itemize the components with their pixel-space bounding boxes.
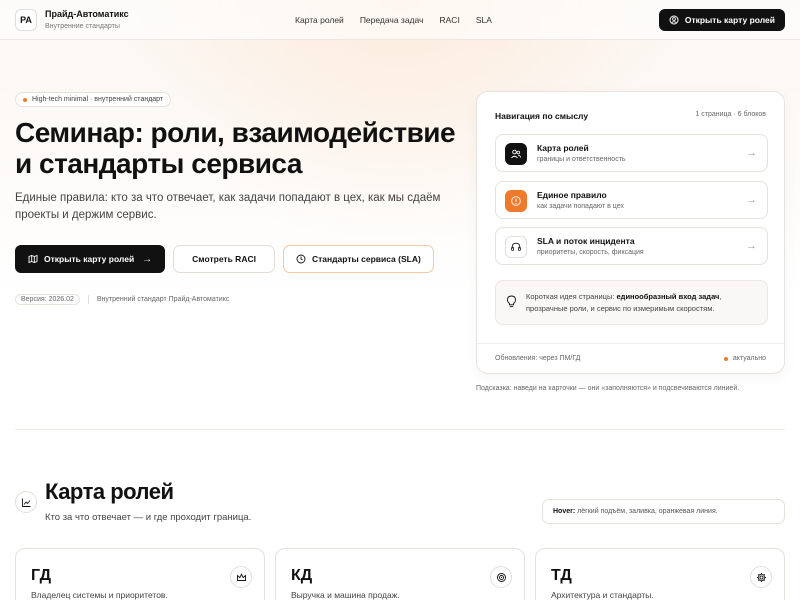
meta-divider	[87, 295, 89, 304]
standard-label: Внутренний стандарт Прайд-Автоматикс	[96, 296, 230, 303]
nav-card-roles[interactable]: Карта ролей границы и ответственность →	[495, 134, 768, 172]
sla-standards-button[interactable]: Стандарты сервиса (SLA)	[282, 245, 434, 273]
nav-link-handoff[interactable]: Передача задач	[360, 15, 424, 25]
page-title: Семинар: роли, взаимодействие и стандарт…	[15, 117, 456, 179]
nav-card-title: Единое правило	[537, 190, 607, 200]
nav-link-roles[interactable]: Карта ролей	[295, 15, 344, 25]
arrow-right-icon: →	[746, 194, 757, 206]
hover-note-label: Hover:	[553, 508, 576, 515]
lightbulb-icon	[506, 295, 517, 313]
view-raci-label: Смотреть RACI	[192, 254, 256, 264]
hero-actions: Открыть карту ролей → Смотреть RACI Стан…	[15, 245, 434, 273]
navigation-panel: Навигация по смыслу 1 страница · 6 блоко…	[476, 91, 785, 374]
map-icon	[28, 254, 38, 264]
alert-icon	[505, 190, 527, 212]
chart-icon	[15, 491, 37, 513]
open-roles-button[interactable]: Открыть карту ролей	[658, 9, 785, 31]
role-title: КД	[291, 567, 313, 584]
clock-icon	[296, 254, 306, 264]
role-card-gd[interactable]: ГД Владелец системы и приоритетов.	[15, 548, 265, 600]
arrow-right-icon: →	[142, 253, 153, 265]
hero-subtitle: Единые правила: кто за что отвечает, как…	[15, 192, 441, 221]
hero-meta: Версия: 2026.02 Внутренний стандарт Прай…	[15, 294, 229, 305]
panel-count: 1 страница · 6 блоков	[695, 111, 766, 118]
nav-card-sla[interactable]: SLA и поток инцидента приоритеты, скорос…	[495, 227, 768, 265]
open-roles-label: Открыть карту ролей	[684, 15, 775, 25]
nav-link-raci[interactable]: RACI	[440, 15, 460, 25]
target-icon	[490, 566, 512, 588]
updates-label: Обновления: через ПМ/ГД	[495, 355, 581, 362]
panel-title: Навигация по смыслу	[495, 111, 589, 121]
section-divider	[15, 429, 785, 430]
brand-name: Прайд-Автоматикс	[45, 8, 129, 19]
nav-card-subtitle: границы и ответственность	[537, 156, 626, 163]
nav-card-rule[interactable]: Единое правило как задачи попадают в цех…	[495, 181, 768, 219]
status-indicator: актуально	[723, 355, 766, 362]
headset-icon	[505, 236, 527, 258]
role-subtitle: Архитектура и стандарты.	[551, 590, 654, 600]
nav-card-subtitle: приоритеты, скорость, фиксация	[537, 249, 644, 256]
hover-note-text: лёгкий подъём, заливка, оранжевая линия.	[577, 508, 718, 515]
role-subtitle: Владелец системы и приоритетов.	[31, 590, 168, 600]
hero-open-roles-button[interactable]: Открыть карту ролей →	[15, 245, 166, 273]
logo: PA	[15, 8, 37, 31]
nav-card-subtitle: как задачи попадают в цех	[537, 203, 624, 210]
version-badge: Версия: 2026.02	[15, 294, 80, 305]
role-subtitle: Выручка и машина продаж.	[291, 590, 400, 600]
panel-footer: Обновления: через ПМ/ГД актуально	[477, 343, 784, 374]
crown-icon	[230, 566, 252, 588]
brand[interactable]: PA Прайд-Автоматикс Внутренние стандарты	[15, 8, 129, 31]
top-nav: Карта ролей Передача задач RACI SLA	[295, 0, 492, 40]
hero-open-roles-label: Открыть карту ролей	[44, 254, 135, 264]
accent-dot	[23, 97, 27, 102]
role-card-kd[interactable]: КД Выручка и машина продаж.	[275, 548, 525, 600]
idea-text: Короткая идея страницы: единообразный вх…	[526, 292, 722, 313]
nav-card-title: Карта ролей	[537, 143, 589, 153]
gear-icon	[750, 566, 772, 588]
hint-text: Подсказка: наведи на карточки — они «зап…	[476, 385, 740, 392]
hero-pill-text: High-tech minimal · внутренний стандарт	[32, 96, 164, 103]
role-title: ТД	[551, 567, 572, 584]
arrow-right-icon: →	[746, 147, 757, 159]
role-card-td[interactable]: ТД Архитектура и стандарты.	[535, 548, 785, 600]
role-title: ГД	[31, 567, 52, 584]
section-title: Карта ролей	[45, 479, 174, 504]
top-header: PA Прайд-Автоматикс Внутренние стандарты…	[0, 0, 800, 40]
section-subtitle: Кто за что отвечает — и где проходит гра…	[45, 512, 252, 523]
arrow-right-icon: →	[746, 240, 757, 252]
brand-subtitle: Внутренние стандарты	[45, 22, 120, 30]
idea-box: Короткая идея страницы: единообразный вх…	[495, 280, 768, 325]
nav-card-title: SLA и поток инцидента	[537, 236, 635, 246]
hover-note: Hover: лёгкий подъём, заливка, оранжевая…	[542, 499, 785, 524]
nav-link-sla[interactable]: SLA	[476, 15, 492, 25]
users-icon	[505, 143, 527, 165]
view-raci-button[interactable]: Смотреть RACI	[173, 245, 275, 273]
status-dot	[723, 356, 728, 361]
sla-standards-label: Стандарты сервиса (SLA)	[311, 254, 421, 264]
user-circle-icon	[669, 15, 679, 25]
hero-pill: High-tech minimal · внутренний стандарт	[15, 92, 172, 107]
status-label: актуально	[732, 355, 766, 362]
